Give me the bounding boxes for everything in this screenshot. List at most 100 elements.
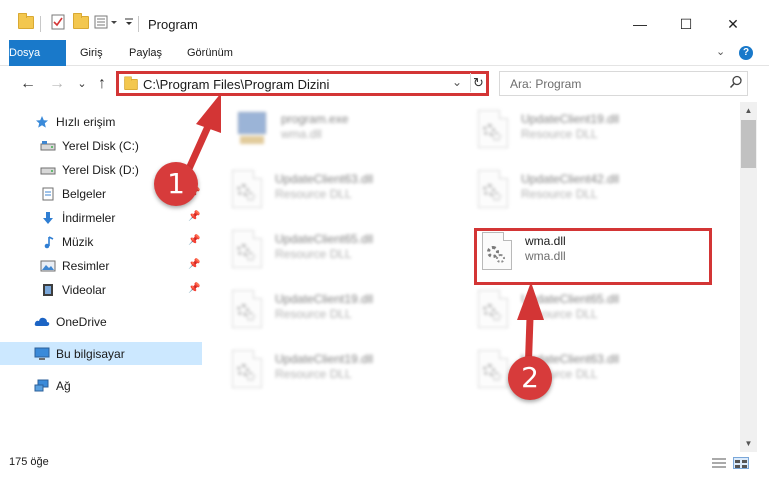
nav-item-label: Yerel Disk (C:) [62,138,139,153]
divider [138,16,139,32]
file-item[interactable]: program.exe wma.dll [235,110,465,160]
download-icon [40,211,56,225]
dll-icon [475,290,511,330]
nav-item-label: Yerel Disk (D:) [62,162,139,177]
file-item[interactable]: UpdateClient19.dll Resource DLL [475,110,705,160]
videos-icon [40,283,56,297]
file-item[interactable]: UpdateClient65.dll Resource DLL [229,230,459,280]
dll-icon [229,350,265,390]
search-placeholder[interactable]: Ara: Program [510,77,581,91]
file-name: UpdateClient19.dll [521,112,620,126]
nav-item-label: İndirmeler [62,210,116,225]
address-row: ← → ⌄ ↑ C:\Program Files\Program Dizini … [0,66,769,102]
forward-button[interactable]: → [47,74,67,94]
file-type: Resource DLL [521,127,598,141]
file-item[interactable]: UpdateClient63.dll Resource DLL [229,170,459,220]
file-name: UpdateClient19.dll [275,292,374,306]
exe-icon [235,110,271,150]
pin-icon[interactable]: 📌 [188,235,200,246]
details-view-icon[interactable] [711,457,727,469]
nav-item-label: OneDrive [56,314,107,329]
nav-item-network[interactable]: Ağ [0,374,202,397]
close-button[interactable]: ✕ [710,8,756,40]
pictures-icon [40,259,56,273]
search-icon[interactable] [729,75,743,92]
folder-icon [124,76,138,91]
file-item[interactable]: UpdateClient65.dll Resource DLL [475,290,705,340]
file-type: Resource DLL [275,307,352,321]
dll-icon [229,230,265,270]
properties-icon[interactable] [50,12,66,32]
pin-icon[interactable]: 📌 [188,211,200,222]
nav-item-label: Resimler [62,258,110,273]
file-type: Resource DLL [521,187,598,201]
customize-quick-access-icon[interactable] [94,12,122,32]
file-type: Resource DLL [275,187,352,201]
file-type: Resource DLL [521,307,598,321]
dll-icon [475,110,511,150]
dll-icon [475,350,511,390]
item-count: 175 öğe [9,456,49,468]
network-icon [34,379,50,393]
file-name: UpdateClient63.dll [275,172,374,186]
step-badge-1: 1 [154,162,198,206]
refresh-button[interactable]: ↻ [470,73,486,92]
ribbon-tabs: Dosya Giriş Paylaş Görünüm ⌄ ? [0,40,769,90]
up-button[interactable]: ↑ [92,74,112,94]
music-icon [40,235,56,249]
navigation-pane: Hızlı erişim Yerel Disk (C:) Yerel Disk … [0,102,205,452]
maximize-button[interactable]: ☐ [663,8,709,40]
nav-item-this-pc[interactable]: Bu bilgisayar [0,342,202,365]
tab-share[interactable]: Paylaş [129,40,162,66]
star-icon [34,115,50,129]
file-item[interactable]: UpdateClient19.dll Resource DLL [229,290,459,340]
file-type: Resource DLL [275,367,352,381]
scroll-up-icon[interactable]: ▲ [740,102,757,119]
nav-item-downloads[interactable]: İndirmeler 📌 [0,206,202,229]
file-name: UpdateClient42.dll [521,172,620,186]
documents-icon [40,187,56,201]
search-box[interactable]: Ara: Program [499,71,748,96]
pin-icon[interactable]: 📌 [188,259,200,270]
tab-home[interactable]: Giriş [80,40,103,66]
file-type: Resource DLL [275,247,352,261]
nav-item-pictures[interactable]: Resimler 📌 [0,254,202,277]
pin-icon[interactable]: 📌 [188,283,200,294]
nav-item-videos[interactable]: Videolar 📌 [0,278,202,301]
step-badge-2: 2 [508,356,552,400]
quick-access-dropdown-icon[interactable] [124,12,134,32]
wma-dll-highlight-box [474,228,712,285]
help-icon[interactable]: ? [739,46,753,60]
file-item[interactable]: UpdateClient42.dll Resource DLL [475,170,705,220]
cloud-icon [34,315,50,329]
tab-view[interactable]: Görünüm [187,40,233,66]
dll-icon [475,170,511,210]
recent-locations-icon[interactable]: ⌄ [72,74,92,94]
window-title: Program [148,17,198,32]
address-bar[interactable]: C:\Program Files\Program Dizini ⌄ ↻ [116,71,489,96]
address-dropdown-icon[interactable]: ⌄ [452,75,462,89]
file-type: wma.dll [281,127,322,141]
nav-item-quick-access[interactable]: Hızlı erişim [0,110,202,133]
drive-icon [40,139,56,153]
nav-item-local-disk-c[interactable]: Yerel Disk (C:) [0,134,202,157]
vertical-scrollbar[interactable]: ▲ ▼ [740,102,757,452]
nav-item-label: Hızlı erişim [56,114,116,129]
back-button[interactable]: ← [18,74,38,94]
drive-icon [40,163,56,177]
folder-icon [18,12,34,32]
ribbon-collapse-icon[interactable]: ⌄ [716,45,725,58]
nav-item-music[interactable]: Müzik 📌 [0,230,202,253]
status-bar: 175 öğe [0,452,769,485]
new-folder-icon[interactable] [73,12,89,32]
address-path[interactable]: C:\Program Files\Program Dizini [143,77,329,92]
scroll-down-icon[interactable]: ▼ [740,435,757,452]
minimize-button[interactable]: — [617,8,663,40]
nav-item-onedrive[interactable]: OneDrive [0,310,202,333]
title-bar: Program — ☐ ✕ [0,0,769,40]
scrollbar-thumb[interactable] [741,120,756,168]
file-name: program.exe [281,112,349,126]
dll-icon [229,170,265,210]
file-item[interactable]: UpdateClient19.dll Resource DLL [229,350,459,400]
large-icons-view-icon[interactable] [733,457,749,469]
